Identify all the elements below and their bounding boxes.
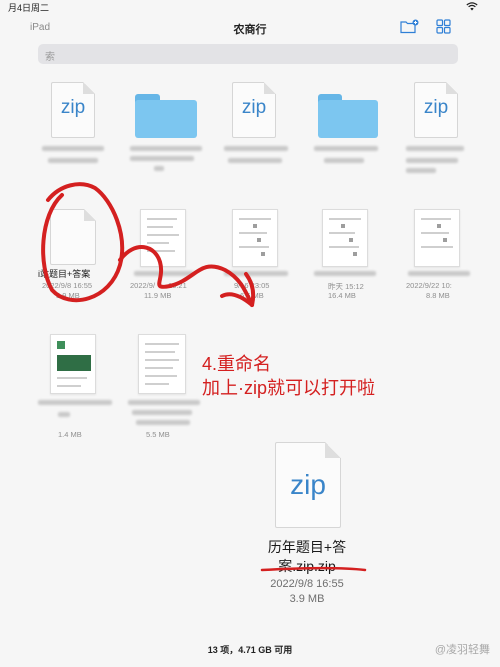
file-item-doc-6[interactable]: 1.4 MB (38, 330, 118, 445)
document-thumbnail (322, 209, 368, 267)
search-bar[interactable]: 索 (38, 44, 458, 64)
status-time: 月4日周二 (8, 3, 50, 13)
folder-icon (135, 94, 197, 138)
file-name-line-2: 案.zip.zip (278, 558, 336, 574)
file-date: 2022/9/ (130, 281, 156, 290)
file-item-doc-1[interactable]: i站题目+答案 2022/9/8 16:55 3.9 MB (38, 205, 123, 305)
zip-label: zip (241, 97, 267, 118)
zip-label: zip (423, 97, 449, 118)
file-date: 9/16 23:05 (234, 281, 270, 290)
file-date: 2022/9/8 16:55 (42, 281, 93, 290)
annotation-step-text: 4.重命名 (202, 354, 272, 374)
file-item-doc-3[interactable]: 9/16 23:05 6.6 MB (222, 205, 302, 305)
file-date: 2022/9/22 10: (406, 281, 452, 290)
file-item-doc-5[interactable]: 2022/9/22 10: 8.8 MB (400, 205, 490, 305)
annotation-instruction-text: 加上·zip就可以打开啦 (202, 378, 376, 398)
file-date: 2022/9/8 16:55 (270, 578, 344, 590)
search-placeholder: 索 (45, 52, 55, 63)
file-size: 1.4 MB (58, 430, 82, 439)
file-item-doc-7[interactable]: 5.5 MB (128, 330, 208, 445)
zip-file-icon: zip (275, 442, 341, 528)
file-item-zip-3[interactable]: zip (402, 80, 482, 180)
grid-view-icon[interactable] (436, 19, 451, 34)
document-thumbnail (138, 334, 186, 394)
zip-file-icon: zip (414, 82, 458, 138)
file-name: i站题目+答案 (38, 269, 91, 279)
document-thumbnail (232, 209, 278, 267)
wifi-icon (466, 2, 478, 11)
file-item-renamed-zip[interactable]: zip 历年题目+答 案.zip.zip 2022/9/8 16:55 3.9 … (247, 440, 367, 615)
zip-label: zip (290, 469, 326, 500)
zip-label: zip (60, 97, 86, 118)
file-size: 5.5 MB (146, 430, 170, 439)
watermark: @凌羽轻舞 (434, 644, 490, 656)
folder-icon (318, 94, 378, 138)
file-item-doc-2[interactable]: 2022/9/ 15:21 11.9 MB (130, 205, 210, 305)
zip-file-icon: zip (232, 82, 276, 138)
file-item-folder-1[interactable] (130, 80, 210, 180)
zip-file-icon: zip (51, 82, 95, 138)
file-size: 6.6 MB (240, 291, 264, 300)
file-size: 3.9 MB (289, 593, 325, 605)
file-size: 11.9 MB (144, 291, 172, 300)
file-time: 15:21 (168, 281, 187, 290)
status-bar: 月4日周二 (0, 0, 500, 14)
storage-summary: 13 项，4.71 GB 可用 (207, 645, 293, 655)
page-title: 农商行 (233, 24, 267, 36)
file-item-zip-2[interactable]: zip (222, 80, 302, 180)
document-thumbnail (414, 209, 460, 267)
file-name-line-1: 历年题目+答 (267, 539, 347, 555)
file-size: 8.8 MB (426, 291, 450, 300)
blank-document-icon (50, 209, 96, 265)
file-item-folder-2[interactable] (312, 80, 392, 180)
new-folder-icon[interactable] (400, 19, 419, 34)
file-size: 16.4 MB (328, 291, 356, 300)
file-size: 3.9 MB (56, 291, 80, 300)
nav-bar: iPad 农商行 (0, 14, 500, 42)
document-thumbnail (50, 334, 96, 394)
document-thumbnail (140, 209, 186, 267)
file-item-zip-1[interactable]: zip (38, 80, 118, 180)
file-item-doc-4[interactable]: 昨天 15:12 16.4 MB (312, 205, 392, 305)
